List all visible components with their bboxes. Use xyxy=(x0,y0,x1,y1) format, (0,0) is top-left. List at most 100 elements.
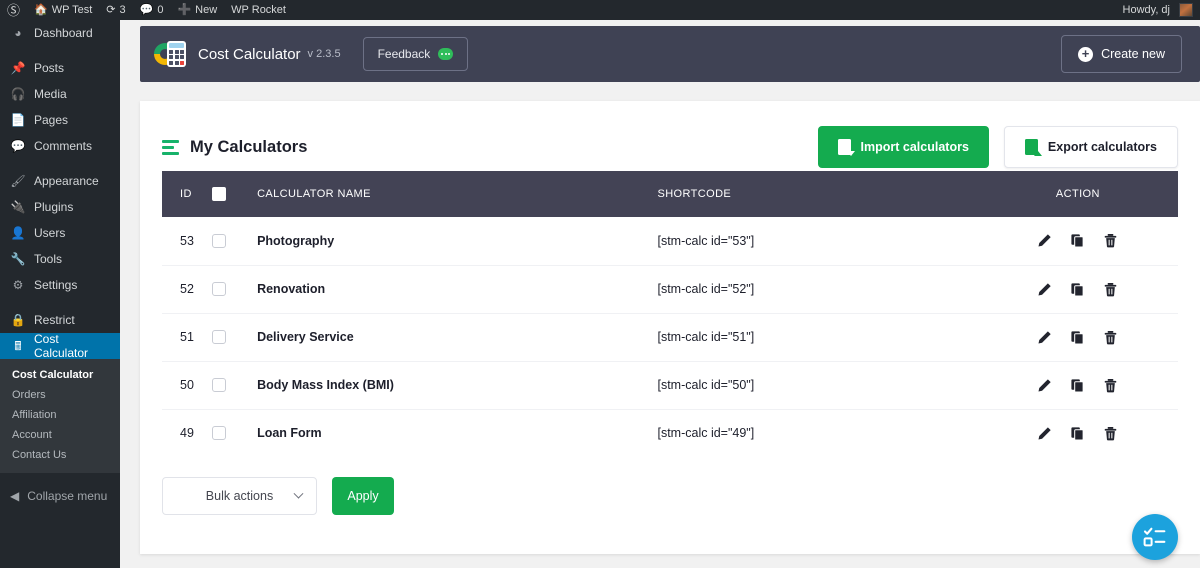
table-row: 50 Body Mass Index (BMI) [stm-calc id="50"… xyxy=(162,361,1178,409)
delete-icon[interactable] xyxy=(1103,233,1118,248)
cell-id: 52 xyxy=(180,282,194,296)
cell-calculator-name[interactable]: Delivery Service xyxy=(257,313,657,361)
sidebar-item-pages[interactable]: 📄 Pages xyxy=(0,107,120,133)
file-export-icon xyxy=(1024,139,1042,156)
sidebar-item-posts[interactable]: 📌 Posts xyxy=(0,55,120,81)
cell-id: 53 xyxy=(180,233,194,248)
sidebar-item-dashboard[interactable]: ◕ Dashboard xyxy=(0,20,120,46)
duplicate-icon[interactable] xyxy=(1070,426,1085,441)
cost-calculator-logo-icon xyxy=(154,41,188,67)
row-checkbox[interactable] xyxy=(212,426,227,441)
lock-icon: 🔒 xyxy=(10,313,26,327)
adminbar-site-name[interactable]: 🏠 WP Test xyxy=(27,0,99,20)
sidebar-item-settings[interactable]: ⚙ Settings xyxy=(0,272,120,298)
feedback-button[interactable]: Feedback xyxy=(362,37,469,71)
cell-shortcode[interactable]: [stm-calc id="53"] xyxy=(657,217,977,265)
user-icon: 👤 xyxy=(10,226,26,240)
delete-icon[interactable] xyxy=(1103,426,1118,441)
sidebar-item-appearance[interactable]: 🖌 Appearance xyxy=(0,168,120,194)
page-title-wrap: My Calculators xyxy=(162,138,307,157)
row-checkbox[interactable] xyxy=(212,233,227,248)
submenu-item-orders[interactable]: Orders xyxy=(0,385,120,405)
edit-icon[interactable] xyxy=(1037,282,1052,297)
sidebar-item-plugins[interactable]: 🔌 Plugins xyxy=(0,194,120,220)
sidebar-item-label: Posts xyxy=(34,61,65,75)
cell-calculator-name[interactable]: Renovation xyxy=(257,265,657,313)
row-checkbox[interactable] xyxy=(212,282,227,296)
cell-calculator-name[interactable]: Loan Form xyxy=(257,409,657,457)
sidebar-item-label: Restrict xyxy=(34,313,75,327)
delete-icon[interactable] xyxy=(1103,282,1118,297)
admin-sidebar: ◕ Dashboard 📌 Posts 🎧 Media 📄 Pages 💬 Co… xyxy=(0,20,128,568)
sidebar-item-comments[interactable]: 💬 Comments xyxy=(0,133,120,159)
row-checkbox[interactable] xyxy=(212,378,227,392)
import-calculators-button[interactable]: Import calculators xyxy=(817,126,989,168)
collapse-menu-button[interactable]: ◀ Collapse menu xyxy=(0,483,120,509)
table-header-row: ID CALCULATOR NAME SHORTCODE ACTION xyxy=(162,171,1178,217)
import-calculators-label: Import calculators xyxy=(860,140,969,154)
adminbar-wp-rocket[interactable]: WP Rocket xyxy=(224,0,293,20)
adminbar-updates-count: 3 xyxy=(119,4,126,16)
export-calculators-button[interactable]: Export calculators xyxy=(1003,126,1178,168)
column-header-select xyxy=(212,171,257,217)
row-checkbox[interactable] xyxy=(212,330,227,344)
delete-icon[interactable] xyxy=(1103,378,1118,393)
updates-icon: ⟳ xyxy=(106,3,116,16)
submenu-item-affiliation[interactable]: Affiliation xyxy=(0,405,120,425)
column-header-shortcode: SHORTCODE xyxy=(657,188,732,200)
settings-icon: ⚙ xyxy=(12,278,24,292)
duplicate-icon[interactable] xyxy=(1070,378,1085,393)
adminbar-new-content[interactable]: ➕ New xyxy=(170,0,224,20)
edit-icon[interactable] xyxy=(1037,330,1052,345)
submenu-item-cost-calculator[interactable]: Cost Calculator xyxy=(0,365,120,385)
sidebar-item-label: Settings xyxy=(34,278,78,292)
plugin-title: Cost Calculator xyxy=(198,45,301,63)
brush-icon: 🖌 xyxy=(10,174,26,188)
create-new-button[interactable]: + Create new xyxy=(1061,35,1182,73)
cell-calculator-name[interactable]: Photography xyxy=(257,217,657,265)
sidebar-item-label: Plugins xyxy=(34,200,74,214)
bulk-actions-select[interactable]: Bulk actions xyxy=(162,477,317,515)
duplicate-icon[interactable] xyxy=(1070,233,1085,248)
plugin-header-bar: Cost Calculator v 2.3.5 Feedback + Creat… xyxy=(140,26,1200,82)
duplicate-icon[interactable] xyxy=(1070,330,1085,345)
comment-icon: 💬 xyxy=(139,3,154,16)
duplicate-icon[interactable] xyxy=(1070,282,1085,297)
table-row: 51 Delivery Service [stm-calc id="51"] xyxy=(162,313,1178,361)
sidebar-item-cost-calculator[interactable]: 🖩 Cost Calculator xyxy=(0,332,128,360)
cell-id: 51 xyxy=(180,330,194,344)
edit-icon[interactable] xyxy=(1037,233,1052,248)
submenu-item-contact-us[interactable]: Contact Us xyxy=(0,445,120,465)
adminbar-wp-logo[interactable]: Ⓢ xyxy=(0,0,27,20)
column-header-action: ACTION xyxy=(1055,188,1100,200)
adminbar-wp-rocket-label: WP Rocket xyxy=(231,4,286,16)
cell-shortcode[interactable]: [stm-calc id="52"] xyxy=(657,265,977,313)
edit-icon[interactable] xyxy=(1037,426,1052,441)
cell-shortcode[interactable]: [stm-calc id="50"] xyxy=(657,361,977,409)
sidebar-item-users[interactable]: 👤 Users xyxy=(0,220,120,246)
page-title: My Calculators xyxy=(190,137,308,156)
delete-icon[interactable] xyxy=(1103,330,1118,345)
edit-icon[interactable] xyxy=(1037,378,1052,393)
support-checklist-fab[interactable] xyxy=(1132,514,1178,560)
submenu-item-account[interactable]: Account xyxy=(0,425,120,445)
feedback-label: Feedback xyxy=(377,47,431,61)
home-icon: 🏠 xyxy=(34,3,48,16)
sidebar-item-tools[interactable]: 🔧 Tools xyxy=(0,246,120,272)
adminbar-updates[interactable]: ⟳ 3 xyxy=(99,0,132,20)
cell-shortcode[interactable]: [stm-calc id="51"] xyxy=(657,313,977,361)
table-head: ID CALCULATOR NAME SHORTCODE ACTION xyxy=(162,171,1178,217)
adminbar-new-label: New xyxy=(195,4,218,16)
apply-button[interactable]: Apply xyxy=(332,477,394,515)
adminbar-my-account[interactable]: Howdy, dj xyxy=(1116,0,1200,20)
select-all-checkbox[interactable] xyxy=(212,187,227,201)
cell-calculator-name[interactable]: Body Mass Index (BMI) xyxy=(257,361,657,409)
adminbar-greeting: Howdy, dj xyxy=(1122,4,1170,16)
table-row: 49 Loan Form [stm-calc id="49"] xyxy=(162,409,1178,457)
cell-shortcode[interactable]: [stm-calc id="49"] xyxy=(657,409,977,457)
adminbar-comments[interactable]: 💬 0 xyxy=(133,0,171,20)
sidebar-item-media[interactable]: 🎧 Media xyxy=(0,81,120,107)
sidebar-item-restrict[interactable]: 🔒 Restrict xyxy=(0,307,120,333)
dashboard-icon: ◕ xyxy=(14,26,22,40)
calculators-table: ID CALCULATOR NAME SHORTCODE ACTION 53 Ph… xyxy=(162,171,1178,457)
